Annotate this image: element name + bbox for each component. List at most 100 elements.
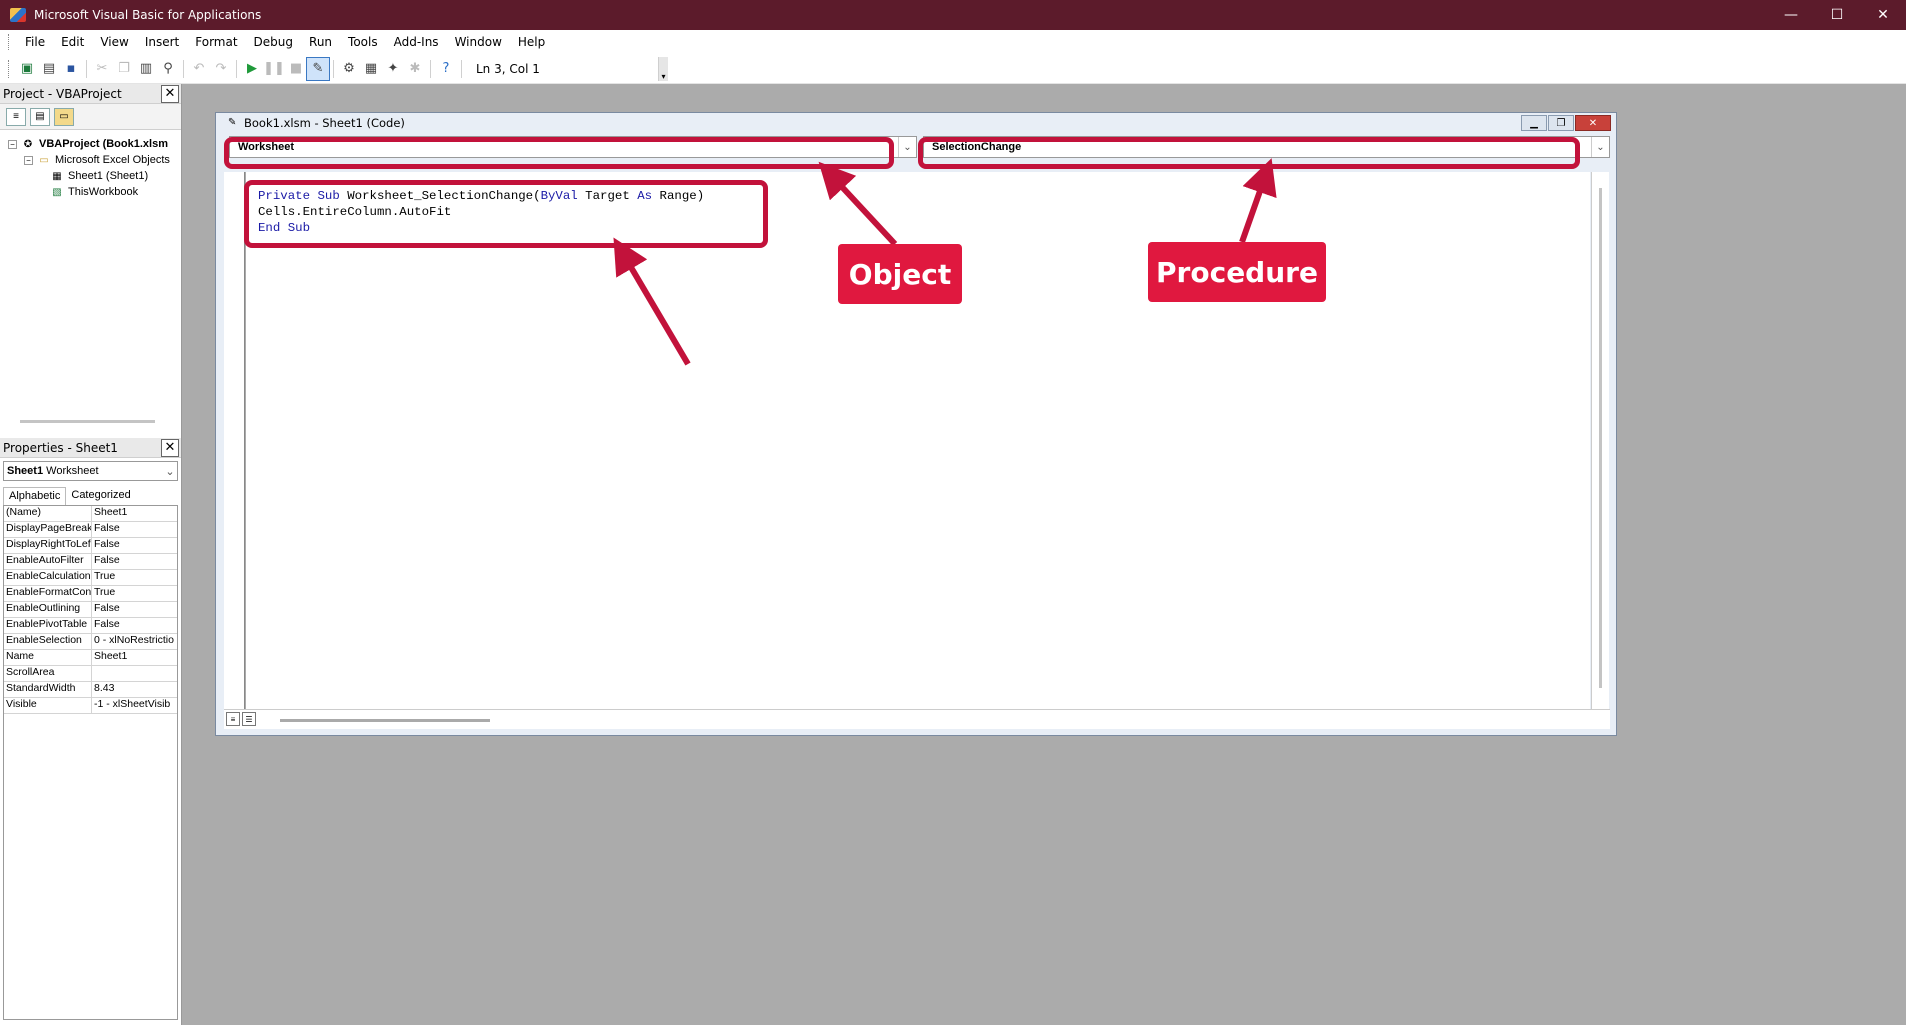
cut-icon[interactable]: ✂ xyxy=(91,58,113,80)
design-mode-icon[interactable]: ✎ xyxy=(306,56,330,81)
collapse-icon[interactable]: − xyxy=(24,155,33,165)
object-selector[interactable]: Sheet1 Worksheet ⌄ xyxy=(3,461,178,481)
project-close-icon[interactable]: ✕ xyxy=(161,84,179,103)
view-excel-icon[interactable]: ▣ xyxy=(16,58,38,80)
property-name: ScrollArea xyxy=(4,666,92,681)
copy-icon[interactable]: ❐ xyxy=(113,58,135,80)
menu-grip[interactable] xyxy=(8,34,11,50)
property-row[interactable]: Name Sheet1 xyxy=(4,650,177,666)
collapse-icon[interactable]: − xyxy=(8,139,17,149)
tab-categorized[interactable]: Categorized xyxy=(66,487,135,505)
toggle-folders-icon[interactable]: ▭ xyxy=(54,107,74,126)
minimize-button[interactable]: — xyxy=(1768,0,1814,30)
object-selector-type: Worksheet xyxy=(46,465,99,477)
property-row[interactable]: ScrollArea xyxy=(4,666,177,682)
help-icon[interactable]: ? xyxy=(435,58,457,80)
chevron-down-icon[interactable]: ⌄ xyxy=(1591,137,1609,157)
property-value[interactable]: False xyxy=(92,618,177,633)
menu-edit[interactable]: Edit xyxy=(53,33,92,51)
object-callout: Object xyxy=(838,244,962,304)
menu-format[interactable]: Format xyxy=(187,33,245,51)
undo-icon[interactable]: ↶ xyxy=(188,58,210,80)
vertical-scroll-thumb[interactable] xyxy=(1599,188,1602,688)
view-object-icon[interactable]: ▤ xyxy=(30,107,50,126)
tree-item-excel-objects[interactable]: − ▭ Microsoft Excel Objects xyxy=(8,152,181,168)
paste-icon[interactable]: ▥ xyxy=(135,58,157,80)
save-icon[interactable]: ▪ xyxy=(60,58,82,80)
property-value[interactable]: 8.43 xyxy=(92,682,177,697)
margin-indicator-bar[interactable] xyxy=(224,172,245,709)
view-code-icon[interactable]: ≡ xyxy=(6,107,26,126)
menu-debug[interactable]: Debug xyxy=(246,33,301,51)
property-row[interactable]: EnableCalculation True xyxy=(4,570,177,586)
menu-run[interactable]: Run xyxy=(301,33,340,51)
maximize-button[interactable]: ☐ xyxy=(1814,0,1860,30)
menu-insert[interactable]: Insert xyxy=(137,33,187,51)
menu-help[interactable]: Help xyxy=(510,33,553,51)
full-module-view-icon[interactable]: ☰ xyxy=(242,712,256,726)
code-minimize-icon[interactable]: ▁ xyxy=(1521,115,1547,131)
find-icon[interactable]: ⚲ xyxy=(157,58,179,80)
break-icon[interactable]: ❚❚ xyxy=(263,58,285,80)
toolbar-separator xyxy=(236,59,237,78)
property-row[interactable]: DisplayPageBreak False xyxy=(4,522,177,538)
properties-title: Properties - Sheet1 xyxy=(3,440,118,455)
toolbar-separator xyxy=(461,59,462,78)
tree-item-sheet1[interactable]: ▦ Sheet1 (Sheet1) xyxy=(8,168,181,184)
menu-view[interactable]: View xyxy=(92,33,136,51)
vertical-scrollbar[interactable] xyxy=(1591,172,1609,709)
code-restore-icon[interactable]: ❐ xyxy=(1548,115,1574,131)
property-row[interactable]: Visible -1 - xlSheetVisib xyxy=(4,698,177,714)
property-value[interactable]: True xyxy=(92,586,177,601)
reset-icon[interactable]: ■ xyxy=(285,58,307,80)
horizontal-scroll-thumb[interactable] xyxy=(280,719,490,722)
workbook-icon: ▧ xyxy=(52,186,62,198)
chevron-down-icon[interactable]: ⌄ xyxy=(163,465,177,478)
property-name: EnableOutlining xyxy=(4,602,92,617)
chevron-down-icon[interactable]: ⌄ xyxy=(898,137,916,157)
menu-tools[interactable]: Tools xyxy=(340,33,386,51)
run-icon[interactable]: ▶ xyxy=(241,58,263,80)
procedure-callout: Procedure xyxy=(1148,242,1326,302)
property-row[interactable]: EnableFormatCon True xyxy=(4,586,177,602)
property-value[interactable]: Sheet1 xyxy=(92,506,177,521)
close-button[interactable]: ✕ xyxy=(1860,0,1906,30)
property-value[interactable]: Sheet1 xyxy=(92,650,177,665)
menu-add-ins[interactable]: Add-Ins xyxy=(386,33,447,51)
property-value[interactable]: False xyxy=(92,522,177,537)
project-horizontal-scrollbar[interactable] xyxy=(20,420,155,423)
menu-file[interactable]: File xyxy=(17,33,53,51)
menu-window[interactable]: Window xyxy=(447,33,510,51)
property-row[interactable]: EnableOutlining False xyxy=(4,602,177,618)
toolbox-icon[interactable]: ✱ xyxy=(404,58,426,80)
code-close-icon[interactable]: ✕ xyxy=(1575,115,1611,131)
property-value[interactable]: False xyxy=(92,538,177,553)
tab-alphabetic[interactable]: Alphabetic xyxy=(3,487,67,505)
tree-item-vbaproject[interactable]: − ✪ VBAProject (Book1.xlsm xyxy=(8,136,181,152)
redo-icon[interactable]: ↷ xyxy=(210,58,232,80)
toolbar-options-icon[interactable]: ▾ xyxy=(658,56,668,81)
property-row[interactable]: EnableSelection 0 - xlNoRestrictio xyxy=(4,634,177,650)
property-row[interactable]: StandardWidth 8.43 xyxy=(4,682,177,698)
property-row[interactable]: EnableAutoFilter False xyxy=(4,554,177,570)
code-window-titlebar[interactable]: ✎ Book1.xlsm - Sheet1 (Code) ▁ ❐ ✕ xyxy=(216,113,1616,133)
procedure-view-icon[interactable]: ≡ xyxy=(226,712,240,726)
properties-close-icon[interactable]: ✕ xyxy=(161,438,179,457)
property-value[interactable] xyxy=(92,666,177,681)
property-value[interactable]: False xyxy=(92,602,177,617)
object-browser-icon[interactable]: ✦ xyxy=(382,58,404,80)
toolbar-grip[interactable] xyxy=(8,59,11,78)
property-row[interactable]: DisplayRightToLef False xyxy=(4,538,177,554)
property-value[interactable]: 0 - xlNoRestrictio xyxy=(92,634,177,649)
property-value[interactable]: False xyxy=(92,554,177,569)
property-row[interactable]: (Name) Sheet1 xyxy=(4,506,177,522)
tree-item-thisworkbook[interactable]: ▧ ThisWorkbook xyxy=(8,184,181,200)
sheet-icon: ▦ xyxy=(52,170,62,182)
project-explorer-icon[interactable]: ⚙ xyxy=(338,58,360,80)
property-row[interactable]: EnablePivotTable False xyxy=(4,618,177,634)
properties-window-icon[interactable]: ▦ xyxy=(360,58,382,80)
property-value[interactable]: -1 - xlSheetVisib xyxy=(92,698,177,713)
property-value[interactable]: True xyxy=(92,570,177,585)
property-name: EnableCalculation xyxy=(4,570,92,585)
insert-module-icon[interactable]: ▤ xyxy=(38,58,60,80)
